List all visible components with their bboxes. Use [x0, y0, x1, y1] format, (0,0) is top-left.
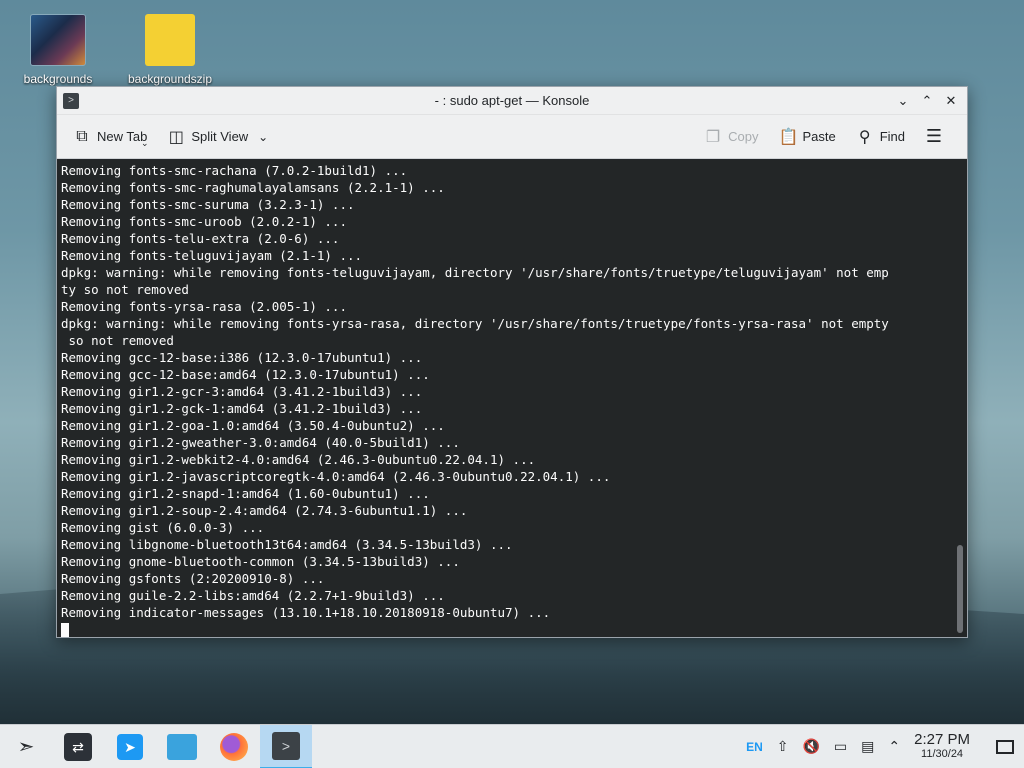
window-title: - : sudo apt-get — Konsole	[434, 93, 590, 108]
maximize-button[interactable]: ⌃	[917, 91, 937, 111]
new-tab-icon: ⧉	[76, 127, 88, 145]
system-settings-icon: ⇄	[64, 732, 92, 761]
usb-device-icon[interactable]: ▭	[834, 738, 847, 755]
terminal-line: Removing gsfonts (2:20200910-8) ...	[61, 571, 325, 586]
new-tab-label: New Tab	[97, 129, 148, 144]
terminal-line: Removing gcc-12-base:i386 (12.3.0-17ubun…	[61, 350, 423, 365]
terminal-line: ty so not removed	[61, 282, 189, 297]
split-view-icon: ◫	[168, 128, 184, 146]
terminal-line: Removing gir1.2-gck-1:amd64 (3.41.2-1bui…	[61, 401, 423, 416]
terminal-prompt-line	[61, 621, 963, 637]
terminal-line: so not removed	[61, 333, 174, 348]
minimize-button[interactable]: ⌄	[893, 91, 913, 111]
terminal-line: Removing gir1.2-javascriptcoregtk-4.0:am…	[61, 469, 611, 484]
application-launcher-button[interactable]: ➣	[0, 725, 52, 768]
terminal-line: Removing fonts-yrsa-rasa (2.005-1) ...	[61, 299, 347, 314]
copy-button[interactable]: ❐ Copy	[698, 123, 764, 151]
show-desktop-button[interactable]	[996, 739, 1014, 754]
terminal-line: Removing gcc-12-base:amd64 (12.3.0-17ubu…	[61, 367, 430, 382]
terminal-line: Removing fonts-teluguvijayam (2.1-1) ...	[61, 248, 363, 263]
desktop-icon-label: backgroundszip	[127, 72, 213, 86]
terminal-line: Removing libgnome-bluetooth13t64:amd64 (…	[61, 537, 513, 552]
window-titlebar[interactable]: > - : sudo apt-get — Konsole ⌄ ⌃ ✕	[57, 87, 967, 115]
desktop-icon-backgroundszip[interactable]: backgroundszip	[120, 14, 220, 86]
terminal-line: Removing fonts-smc-suruma (3.2.3-1) ...	[61, 197, 355, 212]
terminal-line: Removing gir1.2-snapd-1:amd64 (1.60-0ubu…	[61, 486, 430, 501]
terminal-scrollbar[interactable]	[957, 545, 963, 633]
terminal-line: Removing guile-2.2-libs:amd64 (2.2.7+1-9…	[61, 588, 445, 603]
system-tray: EN ⇧ 🔇 ▭ ▤ ⌃ 2:27 PM 11/30/24	[746, 730, 1024, 761]
image-folder-icon	[30, 14, 86, 66]
terminal-line: Removing fonts-telu-extra (2.0-6) ...	[61, 231, 340, 246]
clock-time: 2:27 PM	[914, 730, 970, 748]
close-button[interactable]: ✕	[941, 91, 961, 111]
volume-muted-icon[interactable]: 🔇	[802, 738, 819, 755]
terminal-output[interactable]: Removing fonts-smc-rachana (7.0.2-1build…	[57, 160, 967, 637]
copy-label: Copy	[728, 129, 759, 144]
terminal-line: Removing fonts-smc-raghumalayalamsans (2…	[61, 180, 445, 195]
network-icon[interactable]: ▤	[861, 738, 874, 755]
find-label: Find	[879, 129, 905, 144]
konsole-window: > - : sudo apt-get — Konsole ⌄ ⌃ ✕ ⧉ New…	[56, 86, 968, 638]
taskbar-system-settings[interactable]: ⇄	[52, 725, 104, 768]
terminal-line: Removing indicator-messages (13.10.1+18.…	[61, 605, 551, 620]
terminal-line: Removing gir1.2-gweather-3.0:amd64 (40.0…	[61, 435, 460, 450]
zip-archive-icon	[145, 14, 195, 66]
desktop-icon-backgrounds[interactable]: backgrounds	[8, 14, 108, 86]
firefox-icon	[220, 732, 248, 761]
clock-date: 11/30/24	[921, 747, 964, 760]
clock[interactable]: 2:27 PM 11/30/24	[914, 730, 970, 761]
chevron-up-icon[interactable]: ⌃	[888, 738, 900, 755]
taskbar-konsole[interactable]: >	[260, 724, 312, 768]
terminal-line: Removing gir1.2-gcr-3:amd64 (3.41.2-1bui…	[61, 384, 423, 399]
split-view-button[interactable]: ◫ Split View ⌄	[161, 123, 278, 151]
terminal-line: Removing gir1.2-goa-1.0:amd64 (3.50.4-0u…	[61, 418, 445, 433]
text-cursor	[61, 623, 69, 637]
split-view-label: Split View	[191, 129, 249, 144]
terminal-line: Removing gir1.2-webkit2-4.0:amd64 (2.46.…	[61, 452, 536, 467]
taskbar-firefox[interactable]	[208, 725, 260, 768]
terminal-line: dpkg: warning: while removing fonts-telu…	[61, 265, 889, 280]
konsole-app-icon[interactable]: >	[63, 93, 79, 109]
terminal-line: dpkg: warning: while removing fonts-yrsa…	[61, 316, 889, 331]
keyboard-layout-indicator[interactable]: EN	[746, 740, 763, 754]
new-tab-button[interactable]: ⧉ New Tab ⌄	[67, 124, 153, 150]
konsole-icon: >	[272, 731, 300, 760]
terminal-line: Removing gnome-bluetooth-common (3.34.5-…	[61, 554, 460, 569]
chevron-down-icon: ⌄	[258, 129, 269, 144]
copy-icon: ❐	[705, 128, 721, 146]
search-icon: ⚲	[858, 128, 871, 146]
taskbar: ➣ ⇄ ➤ > EN ⇧ 🔇 ▭ ▤ ⌃ 2:27 PM 11/30/24	[0, 724, 1024, 768]
terminal-line: Removing gir1.2-soup-2.4:amd64 (2.74.3-6…	[61, 503, 468, 518]
paste-button[interactable]: 📋 Paste	[772, 123, 841, 151]
taskbar-discover[interactable]: ➤	[104, 725, 156, 768]
konsole-toolbar: ⧉ New Tab ⌄ ◫ Split View ⌄ ❐ Copy 📋 Past…	[57, 115, 967, 159]
terminal-line: Removing fonts-smc-rachana (7.0.2-1build…	[61, 163, 408, 178]
paste-icon: 📋	[778, 128, 799, 146]
updates-icon[interactable]: ⇧	[777, 738, 789, 755]
folder-icon	[167, 733, 197, 760]
chevron-down-icon: ⌄	[141, 137, 149, 148]
discover-store-icon: ➤	[117, 733, 143, 760]
hamburger-menu-icon: ☰	[925, 126, 943, 146]
taskbar-file-manager[interactable]	[156, 725, 208, 768]
paste-label: Paste	[802, 129, 836, 144]
kde-launcher-icon: ➣	[17, 736, 35, 758]
terminal-line: Removing fonts-smc-uroob (2.0.2-1) ...	[61, 214, 347, 229]
find-button[interactable]: ⚲ Find	[850, 123, 911, 151]
hamburger-menu-button[interactable]: ☰	[919, 122, 949, 151]
desktop-icon-label: backgrounds	[23, 72, 93, 86]
terminal-line: Removing gist (6.0.0-3) ...	[61, 520, 265, 535]
